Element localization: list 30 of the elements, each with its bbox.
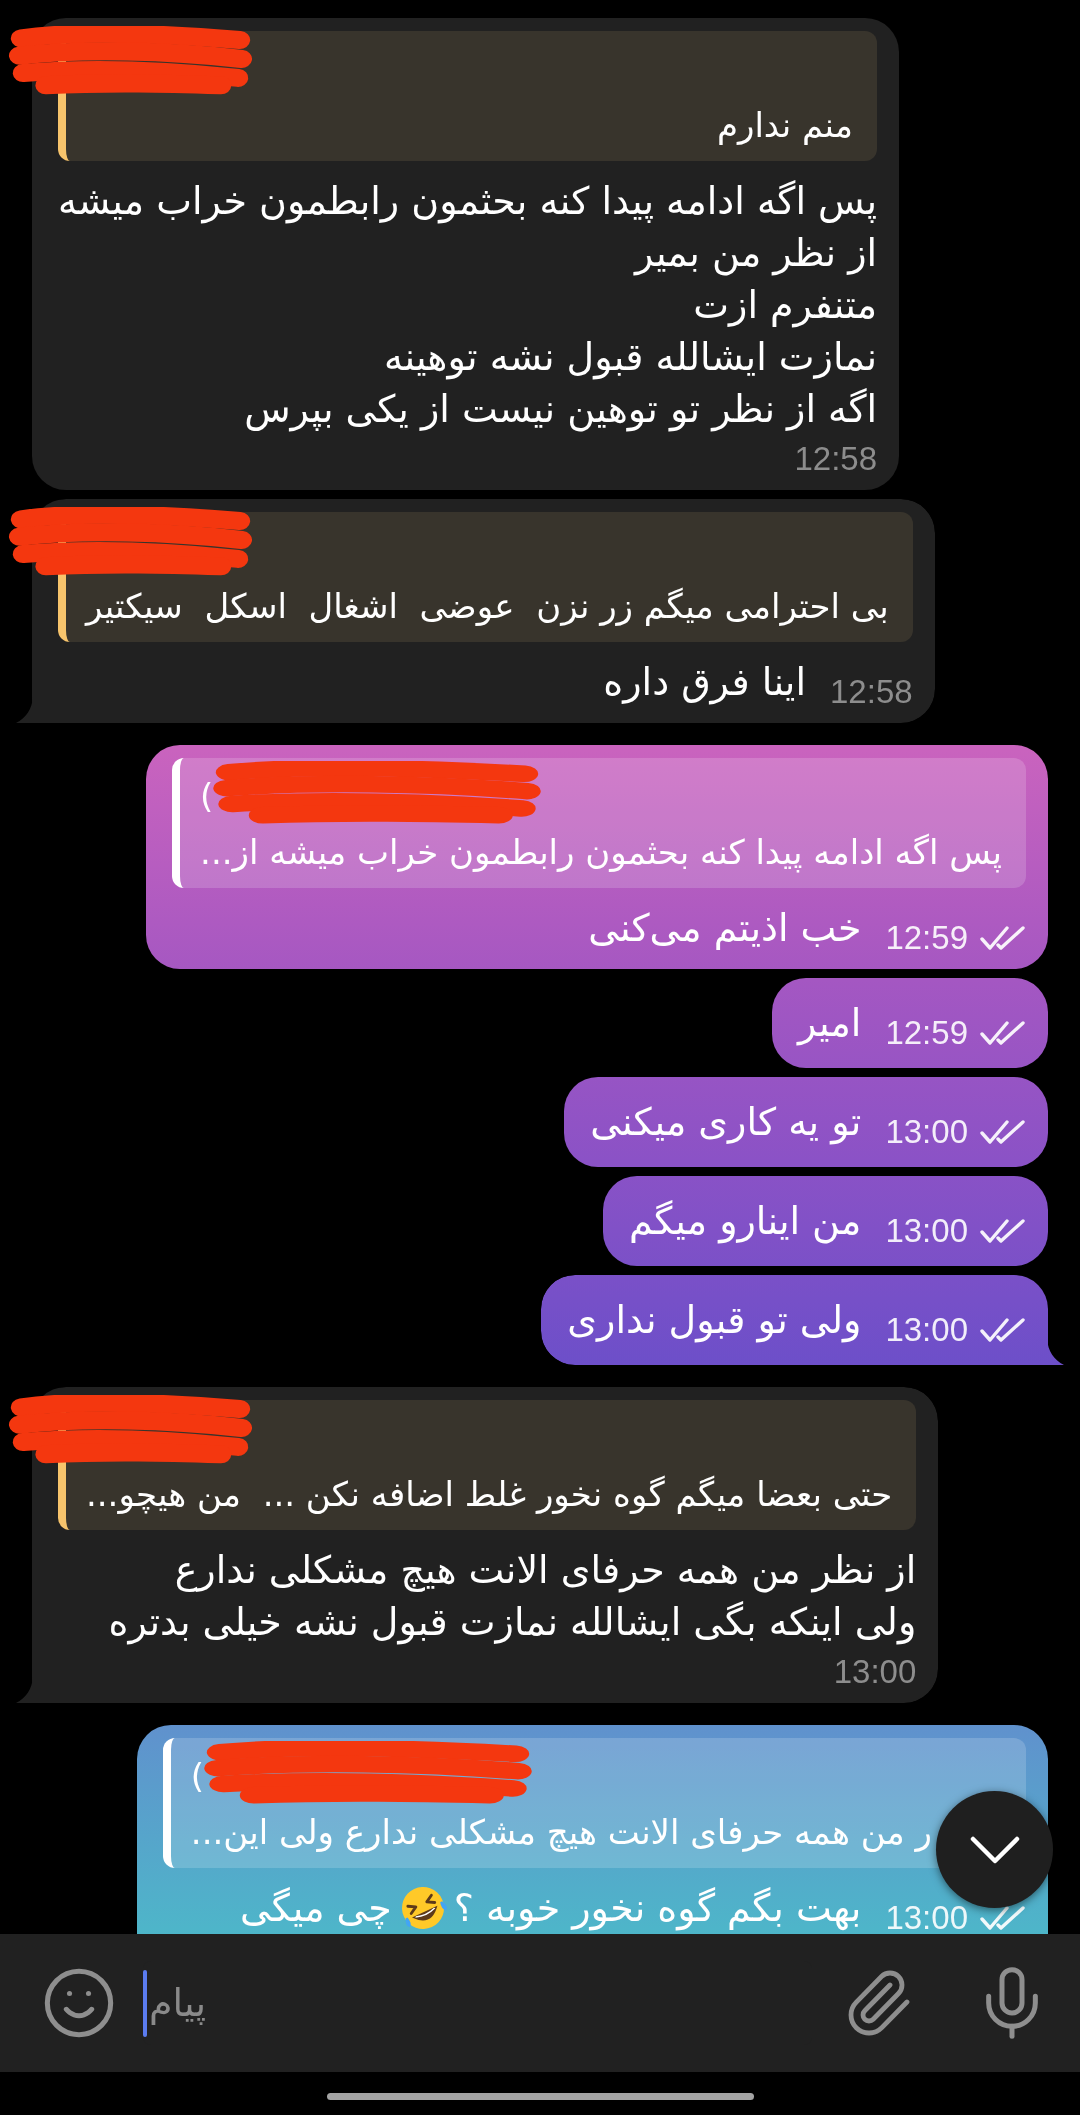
message-text: خب اذیتم می‌کنی: [588, 905, 862, 952]
message-text: اینا فرق داره: [603, 659, 806, 707]
message-time: 12:59: [885, 1013, 968, 1053]
message-time: 13:00: [885, 1211, 968, 1251]
reply-text: حتی بعضا میگم گوه نخور غلط اضافه نکن ... من هیچو...: [86, 1473, 893, 1516]
message-input[interactable]: پیام: [147, 1968, 812, 2038]
message-time: 13:00: [885, 1898, 968, 1934]
message-text: چی میگی: [240, 1885, 392, 1932]
message-text: بهت بگم گوه نخور خوبه ؟: [453, 1885, 862, 1933]
reply-text: ر من همه حرفای الانت هیچ مشکلی ندارع ولی این...: [190, 1811, 932, 1854]
message-text: تو یه کاری میکنی: [590, 1099, 862, 1147]
message-text: از نظر من همه حرفای الانت هیچ مشکلی ندارع ولی اینکه بگی ایشالله نمازت قبول نشه خیلی بدتره: [108, 1547, 917, 1647]
message-text: من اینارو میگم: [629, 1198, 862, 1246]
chevron-down-icon: [969, 1835, 1020, 1864]
message-text: ولی تو قبول نداری: [567, 1297, 862, 1345]
message-time: 13:00: [885, 1112, 968, 1152]
message-time: 12:58: [830, 672, 913, 712]
reply-author: (: [200, 775, 214, 818]
reply-text: بی احترامی میگم زر نزن عوضی اشغال اسکل سیکتیر: [86, 585, 889, 628]
message-time: 13:00: [833, 1652, 917, 1692]
reply-quote[interactable]: بی احترامی میگم زر نزن عوضی اشغال اسکل سیکتیر: [58, 512, 913, 642]
reply-author: (: [190, 1755, 205, 1798]
message-time: 12:59: [885, 918, 968, 958]
message-time: 13:00: [885, 1310, 968, 1350]
message-text: پس اگه ادامه پیدا کنه بحثمون رابطمون خراب میشه از نظر من بمیر متنفرم ازت نمازت ایشالله قبول نشه توهینه اگه از نظر تو توهین نیست از یکی بپرس: [58, 178, 878, 434]
reply-text: منم ندارم: [716, 104, 854, 147]
message-time: 12:58: [794, 439, 878, 479]
reply-quote[interactable]: حتی بعضا میگم گوه نخور غلط اضافه نکن ... من هیچو...: [58, 1400, 917, 1530]
reply-text: پس اگه ادامه پیدا کنه بحثمون رابطمون خراب میشه از...: [200, 831, 1002, 875]
message-text: امیر: [798, 1000, 862, 1048]
